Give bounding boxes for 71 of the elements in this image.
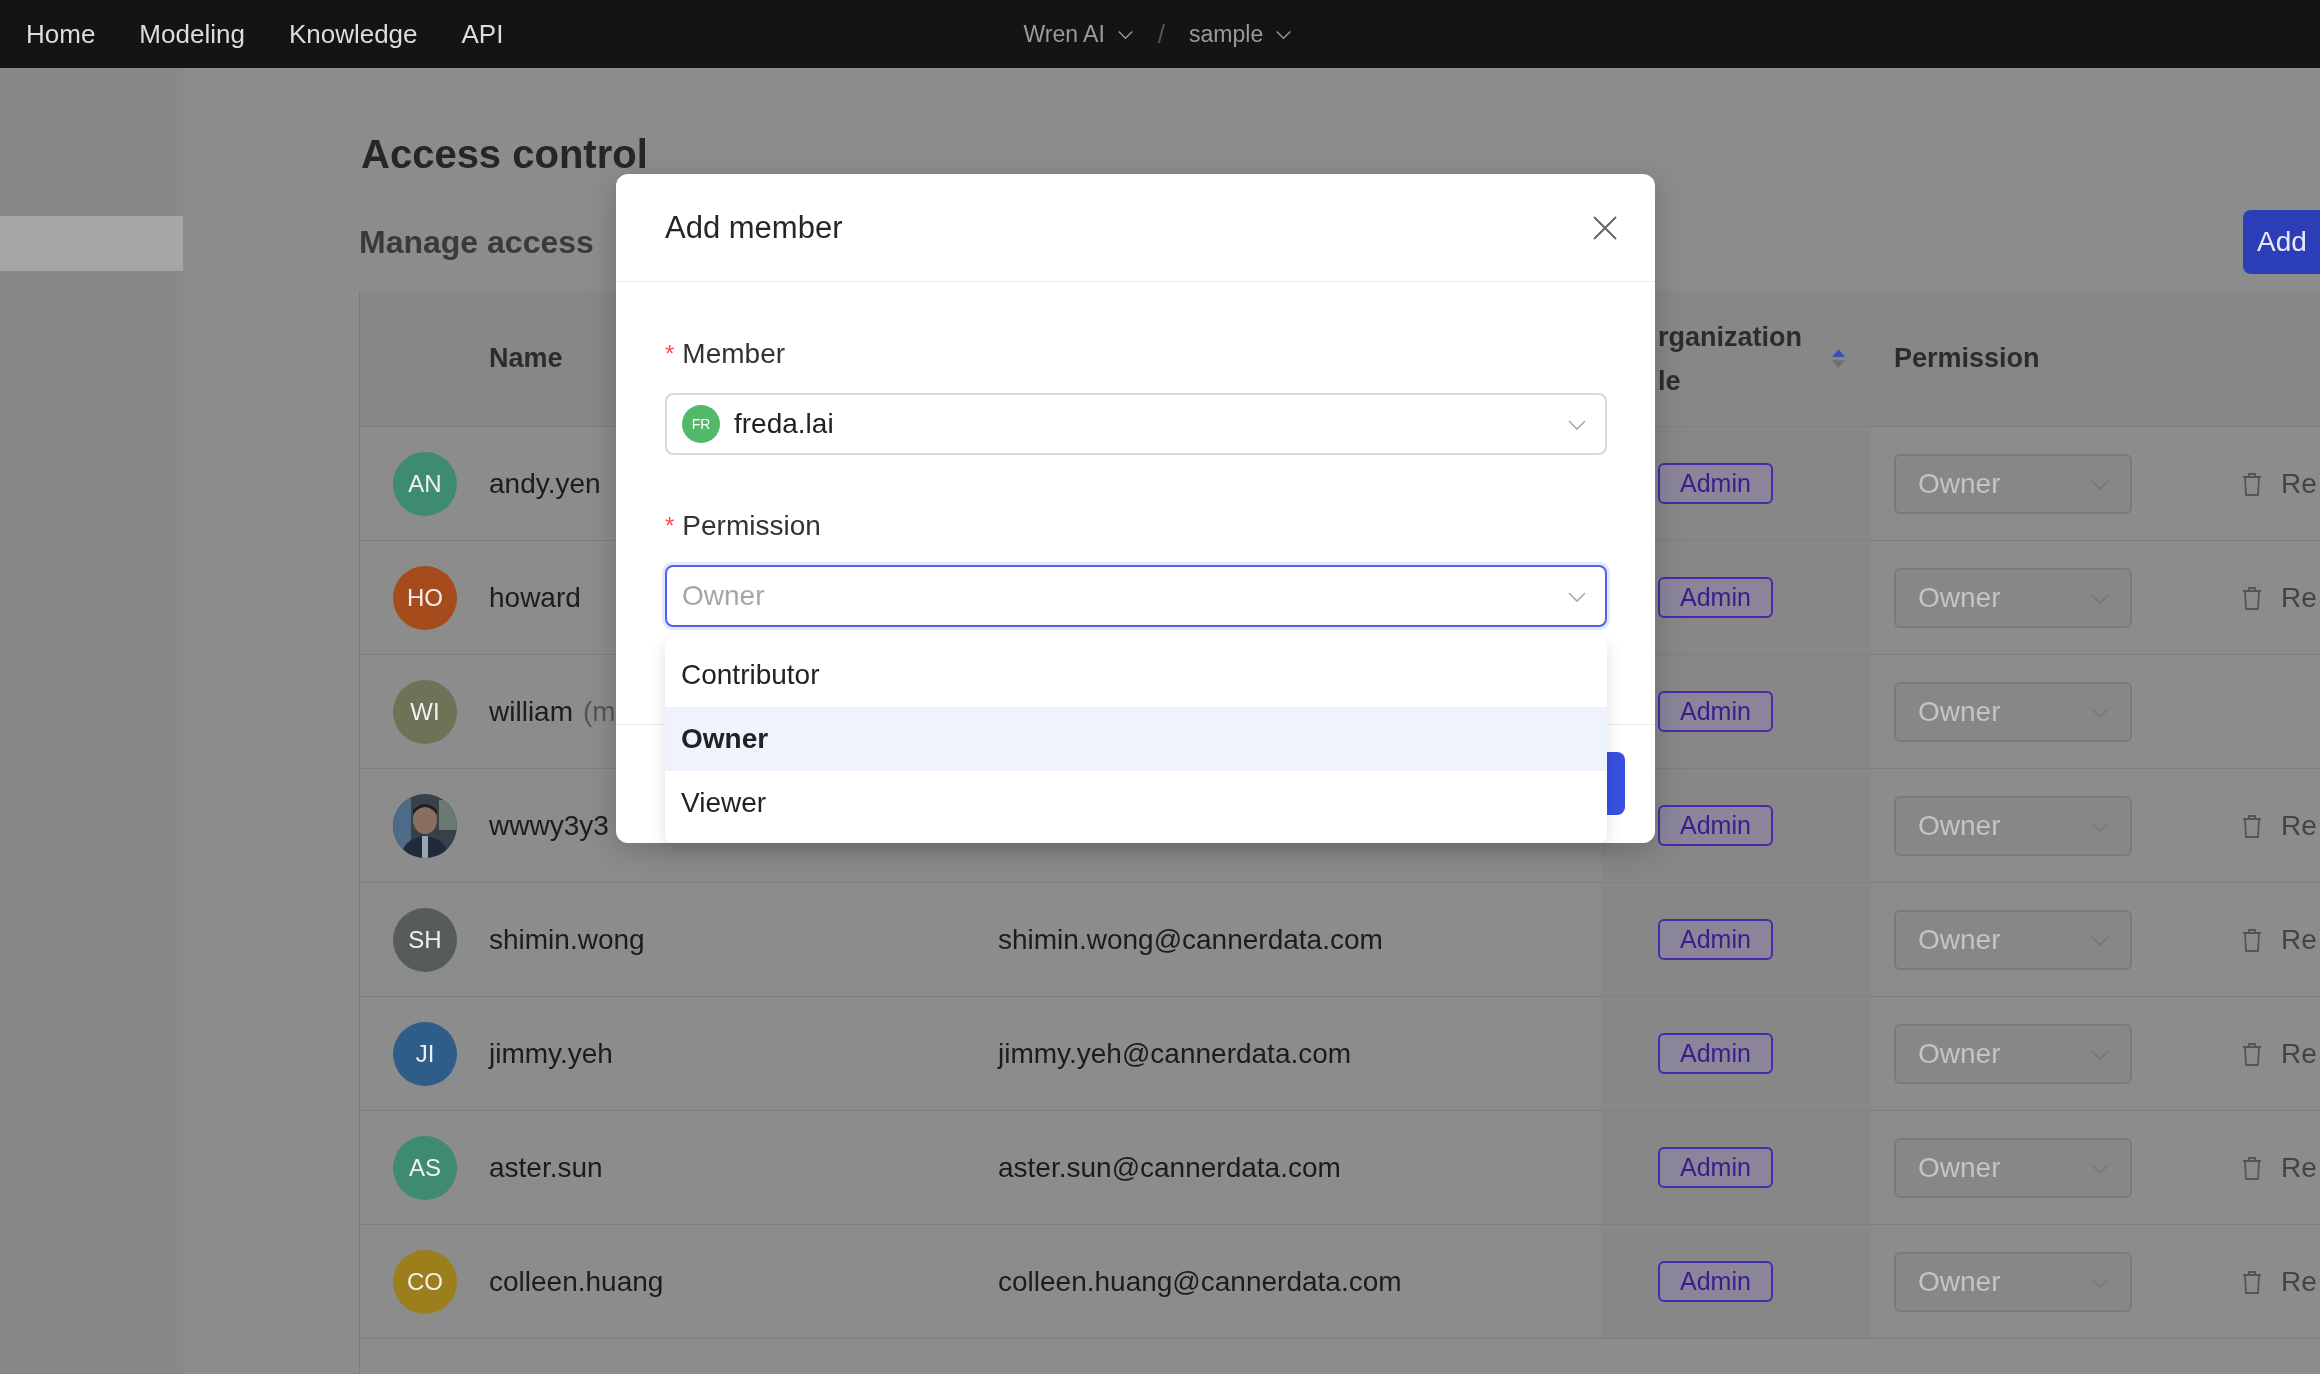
required-mark: *: [665, 512, 675, 540]
trash-icon[interactable]: [2241, 1268, 2263, 1295]
trash-icon[interactable]: [2241, 1040, 2263, 1067]
field-label: Permission: [682, 510, 821, 542]
member-name: william: [489, 695, 573, 728]
remove-link[interactable]: Re: [2281, 923, 2317, 956]
remove-link[interactable]: Re: [2281, 809, 2317, 842]
select-field[interactable]: FR freda.lai: [665, 393, 1607, 455]
member-email: aster.sun@cannerdata.com: [998, 1151, 1341, 1184]
member-name: howard: [489, 581, 581, 614]
column-header: rganization le: [1658, 320, 1803, 398]
section-title: Manage access: [359, 223, 594, 261]
nav-link[interactable]: Modeling: [139, 18, 245, 50]
breadcrumb-separator: /: [1157, 18, 1166, 50]
chevron-down-icon: [1116, 28, 1134, 40]
dropdown-option[interactable]: Owner: [665, 707, 1607, 771]
member-email: jimmy.yeh@cannerdata.com: [998, 1037, 1352, 1070]
member-name: andy.yen: [489, 467, 601, 500]
dialog-title: Add member: [665, 209, 843, 246]
field-label: Member: [682, 338, 786, 370]
column-header: Name: [489, 343, 563, 374]
role-tag: Admin: [1658, 691, 1773, 732]
trash-icon[interactable]: [2241, 1154, 2263, 1181]
avatar: FR: [682, 405, 720, 443]
breadcrumb-dropdown[interactable]: sample: [1189, 20, 1293, 48]
avatar: SH: [393, 907, 457, 972]
role-tag: Admin: [1658, 919, 1773, 960]
trash-icon[interactable]: [2241, 584, 2263, 611]
role-tag: Admin: [1658, 577, 1773, 618]
role-tag: Admin: [1658, 463, 1773, 504]
required-mark: *: [665, 340, 675, 368]
column-header: Permission: [1894, 343, 2040, 374]
member-email: colleen.huang@cannerdata.com: [998, 1265, 1402, 1298]
nav-link[interactable]: API: [461, 18, 504, 50]
nav-link[interactable]: Knowledge: [288, 18, 418, 50]
avatar: JI: [393, 1021, 457, 1086]
add-button[interactable]: Add: [2243, 210, 2320, 274]
member-name: colleen.huang: [489, 1265, 664, 1298]
avatar: AN: [393, 451, 457, 516]
member-name: aster.sun: [489, 1151, 603, 1184]
chevron-down-icon: [1567, 589, 1587, 603]
remove-link[interactable]: Re: [2281, 1151, 2317, 1184]
remove-link[interactable]: Re: [2281, 581, 2317, 614]
role-tag: Admin: [1658, 1033, 1773, 1074]
avatar: CO: [393, 1249, 457, 1314]
role-tag: Admin: [1658, 805, 1773, 846]
remove-link[interactable]: Re: [2281, 467, 2317, 500]
close-icon[interactable]: [1593, 215, 1617, 240]
sort-icon[interactable]: [1832, 349, 1845, 368]
trash-icon[interactable]: [2241, 926, 2263, 953]
avatar: WI: [393, 679, 457, 744]
role-tag: Admin: [1658, 1261, 1773, 1302]
role-tag: Admin: [1658, 1147, 1773, 1188]
member-email: shimin.wong@cannerdata.com: [998, 923, 1383, 956]
dropdown-option[interactable]: Contributor: [665, 643, 1607, 707]
member-name: wwwy3y3: [489, 809, 609, 842]
select-field[interactable]: Owner: [665, 565, 1607, 627]
dropdown-option[interactable]: Viewer: [665, 771, 1607, 835]
avatar: HO: [393, 565, 457, 630]
trash-icon[interactable]: [2241, 812, 2263, 839]
nav-link[interactable]: Home: [26, 18, 96, 50]
member-name: jimmy.yeh: [489, 1037, 613, 1070]
chevron-down-icon: [1275, 28, 1293, 40]
member-name: shimin.wong: [489, 923, 645, 956]
avatar: AS: [393, 1135, 457, 1200]
page-title: Access control: [361, 131, 649, 178]
trash-icon[interactable]: [2241, 470, 2263, 497]
breadcrumb-dropdown[interactable]: Wren AI: [1023, 20, 1134, 48]
remove-link[interactable]: Re: [2281, 1265, 2317, 1298]
remove-link[interactable]: Re: [2281, 1037, 2317, 1070]
chevron-down-icon: [1567, 417, 1587, 431]
